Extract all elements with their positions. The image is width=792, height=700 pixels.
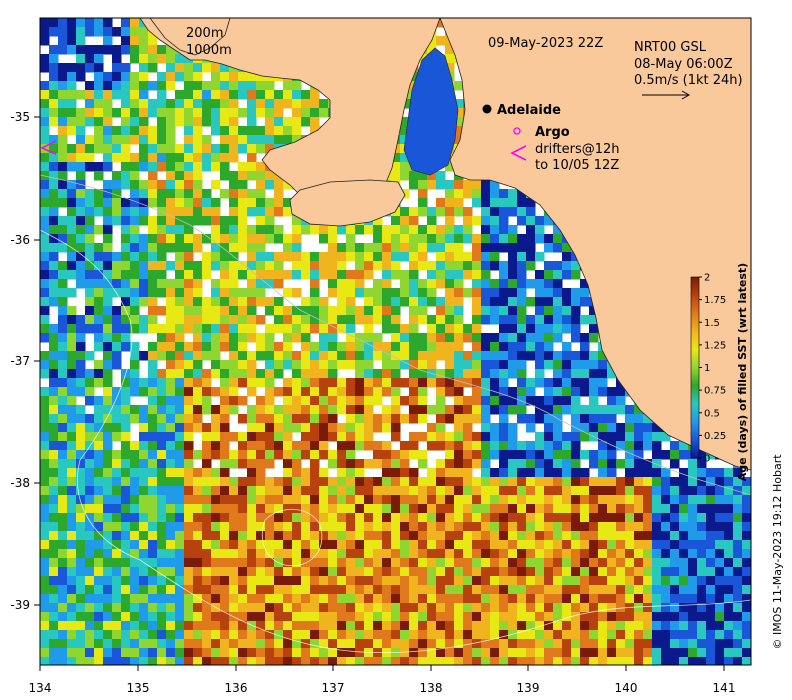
- y-axis: -35 -36 -37 -38 -39: [10, 110, 40, 612]
- y-tick-label: -36: [10, 233, 30, 247]
- x-tick-label: 140: [615, 681, 638, 695]
- colorbar-tick-label: 1.5: [704, 318, 720, 329]
- colorbar-tick-label: 0.5: [704, 408, 720, 419]
- x-tick-label: 137: [322, 681, 345, 695]
- city-label: Adelaide: [497, 103, 561, 118]
- x-tick-label: 138: [420, 681, 443, 695]
- x-tick-label: 141: [713, 681, 736, 695]
- colorbar-tick-label: 1.75: [704, 295, 726, 306]
- x-tick-label: 135: [127, 681, 150, 695]
- y-tick-label: -37: [10, 354, 30, 368]
- drifters-legend-line-1: drifters@12h: [535, 142, 620, 157]
- colorbar-tick-label: 1: [704, 363, 710, 374]
- info-line-3: 0.5m/s (1kt 24h): [634, 73, 743, 88]
- argo-legend-label: Argo: [535, 125, 570, 140]
- colorbar-gradient: [690, 276, 700, 459]
- info-line-2: 08-May 06:00Z: [634, 57, 733, 72]
- colorbar-tick-label: 0.25: [704, 431, 726, 442]
- x-tick-label: 134: [29, 681, 52, 695]
- colorbar-tick-label: 0: [704, 454, 710, 465]
- contour-label-200m: 200m: [186, 26, 223, 41]
- y-tick-label: -35: [10, 110, 30, 124]
- colorbar-tick-label: 2: [704, 273, 710, 284]
- y-tick-label: -38: [10, 476, 30, 490]
- contour-label-1000m: 1000m: [186, 43, 232, 58]
- x-axis: 134 135 136 137 138 139 140 141: [29, 665, 736, 695]
- colorbar-tick-label: 1.25: [704, 340, 726, 351]
- map-plot-area: [40, 18, 751, 665]
- drifters-legend-line-2: to 10/05 12Z: [535, 158, 619, 173]
- colorbar-tick-label: 0.75: [704, 386, 726, 397]
- x-tick-label: 136: [225, 681, 248, 695]
- x-tick-label: 139: [517, 681, 540, 695]
- date-label: 09-May-2023 22Z: [488, 36, 603, 51]
- colorbar-title: Age (days) of filled SST (wrt latest): [736, 263, 749, 481]
- credit-text: © IMOS 11-May-2023 19:12 Hobart: [771, 454, 784, 650]
- info-line-1: NRT00 GSL: [634, 40, 707, 55]
- y-tick-label: -39: [10, 598, 30, 612]
- sst-map: 134 135 136 137 138 139 140 141 -35 -36 …: [10, 17, 784, 695]
- city-marker-icon: [482, 104, 492, 114]
